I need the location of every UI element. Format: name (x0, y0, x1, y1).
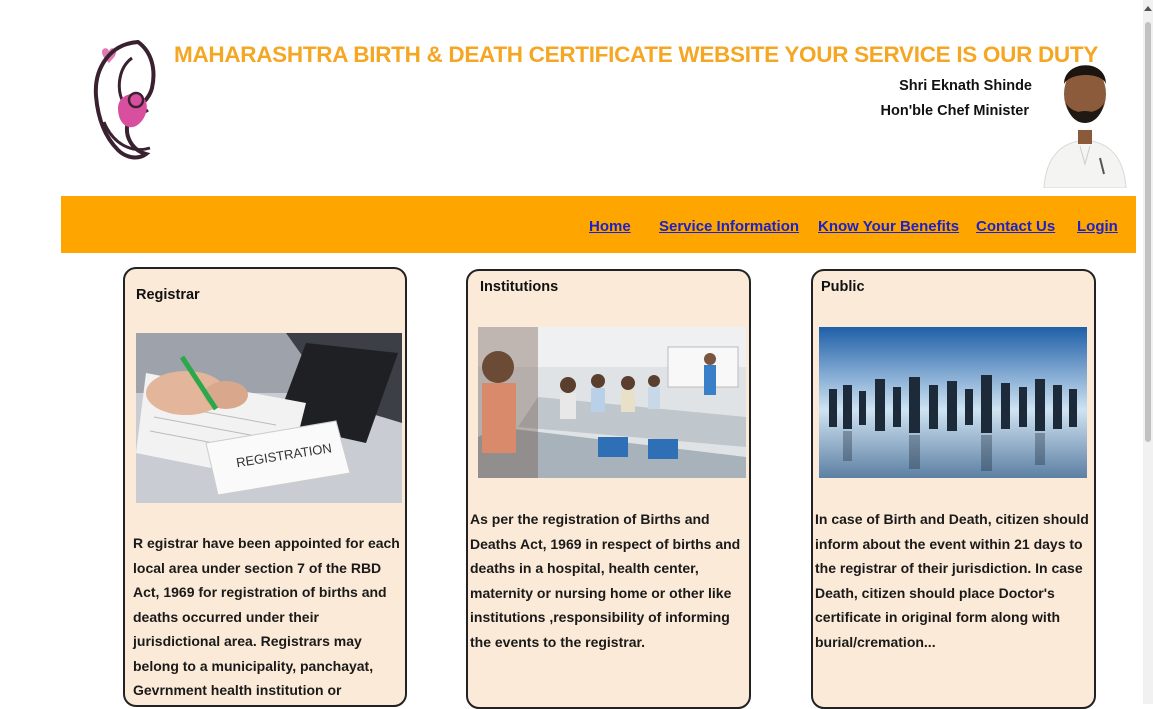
institutions-card-text: As per the registration of Births and De… (470, 511, 741, 650)
minister-name: Shri Eknath Shinde (899, 78, 1032, 94)
registrar-card: Registrar REGISTRATION R egistrar have b… (123, 267, 407, 707)
public-crowd-image (819, 327, 1087, 478)
nav-home-link[interactable]: Home (589, 218, 631, 235)
institutions-card-title: Institutions (480, 279, 559, 295)
main-navbar: Home Service Information Know Your Benef… (61, 196, 1136, 253)
nav-know-your-benefits-link[interactable]: Know Your Benefits (818, 218, 959, 235)
nav-service-information-link[interactable]: Service Information (659, 218, 799, 235)
nav-login-link[interactable]: Login (1077, 218, 1118, 235)
public-card-title: Public (821, 279, 865, 295)
site-title: MAHARASHTRA BIRTH & DEATH CERTIFICATE WE… (174, 42, 1099, 67)
public-card: Public In case of Birth and Death, citiz… (811, 269, 1096, 709)
minister-role: Hon'ble Chef Minister (880, 103, 1029, 119)
mother-child-logo-icon (88, 38, 163, 160)
registration-image: REGISTRATION (136, 333, 402, 503)
institutions-classroom-image (478, 327, 746, 478)
registrar-card-text: R egistrar have been appointed for each … (133, 535, 400, 698)
nav-contact-us-link[interactable]: Contact Us (976, 218, 1055, 235)
scroll-up-arrow-icon[interactable] (1144, 6, 1152, 11)
minister-photo (1040, 46, 1130, 189)
registrar-card-title: Registrar (136, 287, 200, 303)
public-card-text: In case of Birth and Death, citizen shou… (815, 511, 1089, 650)
scrollbar-thumb[interactable] (1145, 22, 1151, 442)
institutions-card: Institutions As per the registration of … (466, 269, 751, 709)
